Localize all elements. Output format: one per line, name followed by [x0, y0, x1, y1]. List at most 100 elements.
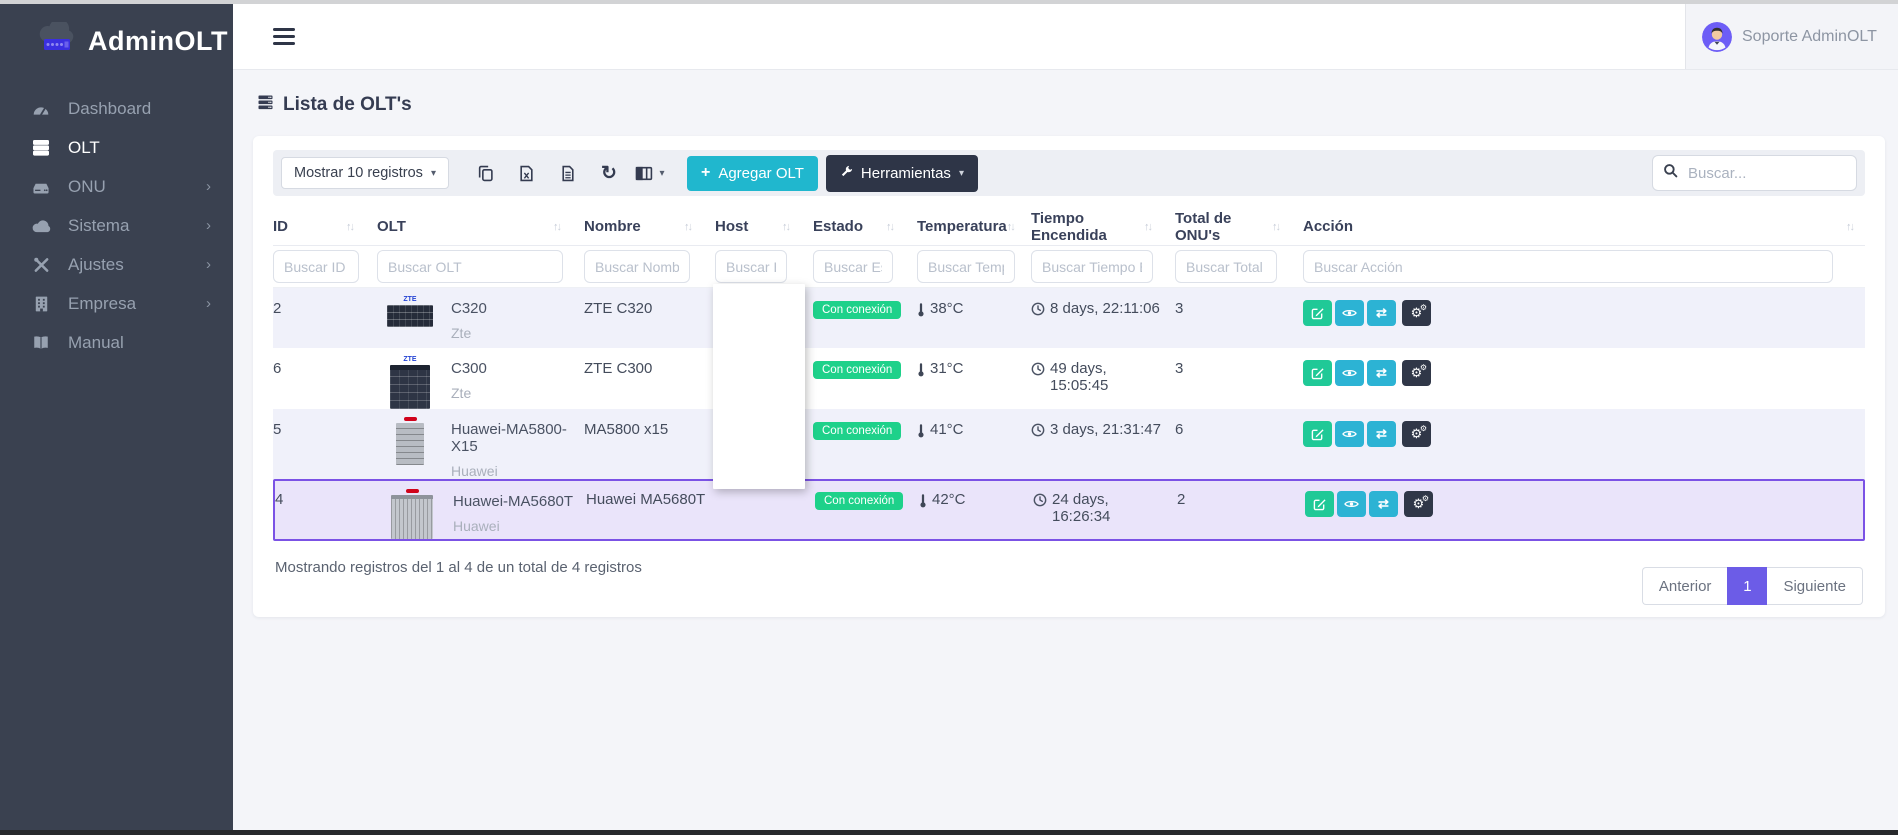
sort-icon[interactable]: ↑↓ — [886, 221, 893, 233]
view-button[interactable] — [1335, 421, 1364, 447]
table-row-selected[interactable]: 4 Huawei-MA5680THuawei Huawei MA5680T Co… — [273, 479, 1865, 541]
sidebar-item-manual[interactable]: Manual — [0, 323, 233, 362]
records-summary: Mostrando registros del 1 al 4 de un tot… — [275, 559, 642, 576]
edit-button[interactable] — [1303, 300, 1332, 326]
filter-total-input[interactable] — [1175, 250, 1277, 283]
sort-icon[interactable]: ↑↓ — [1144, 221, 1151, 233]
gears-icon: ⚙ — [1420, 303, 1427, 312]
olt-device-image — [379, 487, 445, 539]
pagination-prev-button[interactable]: Anterior — [1642, 567, 1728, 605]
gears-icon: ⚙ — [1420, 424, 1427, 433]
refresh-icon[interactable]: ↻ — [594, 158, 624, 188]
settings-button[interactable]: ⚙⚙ — [1404, 491, 1433, 517]
table-header-row: ID↑↓ OLT↑↓ Nombre↑↓ Host↑↓ Estado↑↓ Temp… — [273, 208, 1865, 246]
brand-logo[interactable]: AdminOLT — [0, 4, 233, 75]
filter-host-input[interactable] — [715, 250, 787, 283]
sidebar-item-onu[interactable]: ONU › — [0, 167, 233, 206]
olt-brand: Zte — [451, 325, 487, 341]
host-filter-dropdown — [713, 284, 805, 489]
swap-arrows-icon: ⇄ — [1376, 426, 1387, 442]
status-badge: Con conexión — [813, 422, 901, 440]
cloud-device-logo-icon — [36, 22, 78, 61]
filter-accion-input[interactable] — [1303, 250, 1833, 283]
add-olt-button[interactable]: + Agregar OLT — [687, 156, 818, 191]
cell-nombre: MA5800 x15 — [584, 409, 715, 479]
cell-accion: ⇄ ⚙⚙ — [1305, 481, 1863, 539]
olt-device-image: ZTE — [377, 294, 443, 348]
transfer-button[interactable]: ⇄ — [1369, 491, 1398, 517]
filter-estado-input[interactable] — [813, 250, 893, 283]
topbar: Soporte AdminOLT — [233, 4, 1898, 70]
olt-table: ID↑↓ OLT↑↓ Nombre↑↓ Host↑↓ Estado↑↓ Temp… — [273, 208, 1865, 541]
chevron-right-icon: › — [206, 178, 211, 195]
chevron-right-icon: › — [206, 256, 211, 273]
sidebar-item-label: Manual — [68, 333, 124, 353]
olt-name: Huawei-MA5680T — [453, 493, 573, 510]
sidebar-item-empresa[interactable]: Empresa › — [0, 284, 233, 323]
status-badge: Con conexión — [813, 301, 901, 319]
column-visibility-button[interactable]: ▾ — [635, 158, 665, 188]
clock-icon — [1031, 302, 1045, 316]
table-footer: Mostrando registros del 1 al 4 de un tot… — [273, 547, 1865, 605]
sort-icon[interactable]: ↑↓ — [346, 221, 353, 233]
sort-icon[interactable]: ↑↓ — [1846, 221, 1853, 233]
dashboard-icon — [30, 101, 52, 117]
view-button[interactable] — [1337, 491, 1366, 517]
olt-device-image — [377, 415, 443, 479]
export-excel-button[interactable] — [512, 158, 542, 188]
pagination-next-button[interactable]: Siguiente — [1767, 567, 1863, 605]
sidebar-item-sistema[interactable]: Sistema › — [0, 206, 233, 245]
sort-icon[interactable]: ↑↓ — [782, 221, 789, 233]
sidebar-item-dashboard[interactable]: Dashboard — [0, 89, 233, 128]
view-button[interactable] — [1335, 360, 1364, 386]
list-icon — [257, 94, 274, 116]
sort-icon[interactable]: ↑↓ — [553, 221, 560, 233]
settings-button[interactable]: ⚙⚙ — [1402, 300, 1431, 326]
filter-olt-input[interactable] — [377, 250, 563, 283]
pagination-page-1[interactable]: 1 — [1727, 567, 1767, 605]
filter-temperatura-input[interactable] — [917, 250, 1015, 283]
table-row[interactable]: 6 ZTE C300Zte ZTE C300 Con conexión 31°C… — [273, 348, 1865, 409]
table-toolbar: Mostrar 10 registros ▾ — [273, 150, 1865, 196]
settings-button[interactable]: ⚙⚙ — [1402, 421, 1431, 447]
sidebar-item-label: Dashboard — [68, 99, 151, 119]
tools-button[interactable]: Herramientas ▾ — [826, 155, 978, 192]
filter-nombre-input[interactable] — [584, 250, 690, 283]
length-menu-button[interactable]: Mostrar 10 registros ▾ — [281, 157, 449, 189]
sort-icon[interactable]: ↑↓ — [1007, 221, 1014, 233]
thermometer-icon — [917, 362, 925, 378]
filter-id-input[interactable] — [273, 250, 359, 283]
sidebar-item-olt[interactable]: OLT — [0, 128, 233, 167]
menu-toggle-icon[interactable] — [273, 24, 295, 49]
cell-nombre: Huawei MA5680T — [586, 481, 717, 539]
olt-name: C320 — [451, 300, 487, 317]
cloud-icon — [30, 219, 52, 233]
sort-icon[interactable]: ↑↓ — [1272, 221, 1279, 233]
sort-icon[interactable]: ↑↓ — [684, 221, 691, 233]
sidebar-nav: Dashboard OLT ONU › Sistema › — [0, 89, 233, 362]
cell-total-onus: 3 — [1175, 348, 1303, 409]
filter-tiempo-input[interactable] — [1031, 250, 1153, 283]
gears-icon: ⚙ — [1422, 494, 1429, 503]
edit-button[interactable] — [1303, 360, 1332, 386]
cell-id: 6 — [273, 348, 377, 409]
sidebar-item-ajustes[interactable]: Ajustes › — [0, 245, 233, 284]
table-row[interactable]: 5 Huawei-MA5800-X15Huawei MA5800 x15 Con… — [273, 409, 1865, 479]
settings-button[interactable]: ⚙⚙ — [1402, 360, 1431, 386]
transfer-button[interactable]: ⇄ — [1367, 360, 1396, 386]
transfer-button[interactable]: ⇄ — [1367, 300, 1396, 326]
wrench-icon — [840, 165, 853, 182]
table-row[interactable]: 2 ZTE C320Zte ZTE C320 Con conexión 38°C… — [273, 288, 1865, 348]
cell-total-onus: 3 — [1175, 288, 1303, 348]
edit-button[interactable] — [1303, 421, 1332, 447]
search-input[interactable] — [1688, 165, 1846, 182]
user-menu[interactable]: Soporte AdminOLT — [1685, 4, 1898, 69]
export-file-button[interactable] — [553, 158, 583, 188]
transfer-button[interactable]: ⇄ — [1367, 421, 1396, 447]
brand-name: AdminOLT — [88, 26, 228, 57]
copy-button[interactable] — [471, 158, 501, 188]
window-bottom-edge — [0, 830, 1898, 835]
view-button[interactable] — [1335, 300, 1364, 326]
edit-button[interactable] — [1305, 491, 1334, 517]
sidebar-item-label: OLT — [68, 138, 100, 158]
